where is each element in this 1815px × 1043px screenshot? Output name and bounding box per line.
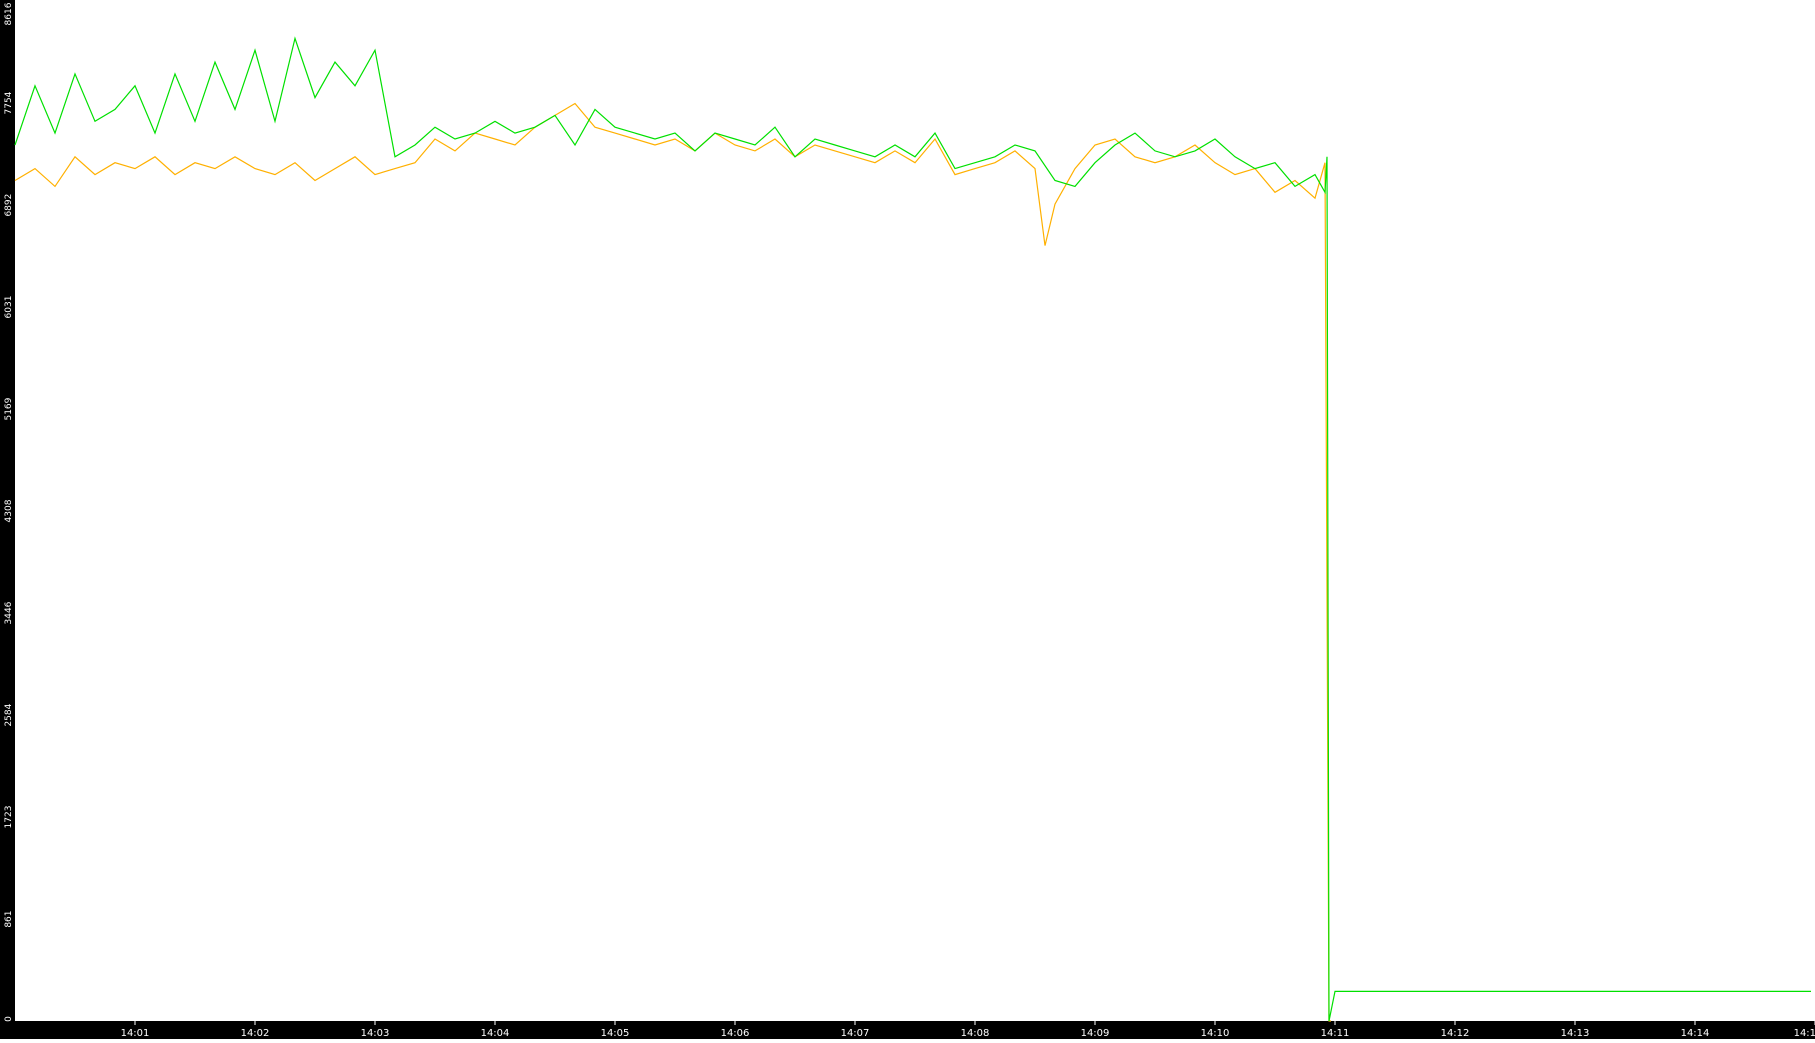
x-tick-label: 14:06 xyxy=(721,1028,750,1039)
y-tick-label: 6031 xyxy=(4,296,14,319)
y-tick-label: 8616 xyxy=(4,2,14,25)
x-tick-label: 14:09 xyxy=(1081,1028,1110,1039)
y-tick-label: 1723 xyxy=(4,806,14,829)
x-tick-label: 14:14 xyxy=(1681,1028,1710,1039)
y-tick-label: 861 xyxy=(4,910,14,927)
y-tick-label: 0 xyxy=(4,1016,14,1022)
y-tick-label: 7754 xyxy=(4,91,14,114)
y-tick-label: 5169 xyxy=(4,397,14,420)
y-tick-label: 3446 xyxy=(4,601,14,624)
x-tick-label: 14:07 xyxy=(841,1028,870,1039)
x-tick-label: 14:02 xyxy=(241,1028,270,1039)
x-tick-label: 14:13 xyxy=(1561,1028,1590,1039)
x-tick-label: 14:10 xyxy=(1201,1028,1230,1039)
x-axis-band xyxy=(0,1021,1815,1039)
x-tick-label: 14:01 xyxy=(121,1028,150,1039)
y-tick-label: 4308 xyxy=(4,499,14,522)
x-tick-label: 14:04 xyxy=(481,1028,510,1039)
plot-background xyxy=(0,0,1815,1039)
chart: 0 861 1723 2584 3446 4308 5169 6031 6892 7754 8616… xyxy=(0,0,1815,1039)
x-tick-label: 14:11 xyxy=(1321,1028,1350,1039)
y-tick-label: 2584 xyxy=(4,703,14,726)
y-tick-label: 6892 xyxy=(4,194,14,217)
line-chart-svg: 0 861 1723 2584 3446 4308 5169 6031 6892 7754 8616… xyxy=(0,0,1815,1039)
x-tick-label: 14:15 xyxy=(1794,1028,1815,1039)
x-tick-label: 14:03 xyxy=(361,1028,390,1039)
x-tick-label: 14:12 xyxy=(1441,1028,1470,1039)
x-tick-label: 14:05 xyxy=(601,1028,630,1039)
x-tick-label: 14:08 xyxy=(961,1028,990,1039)
